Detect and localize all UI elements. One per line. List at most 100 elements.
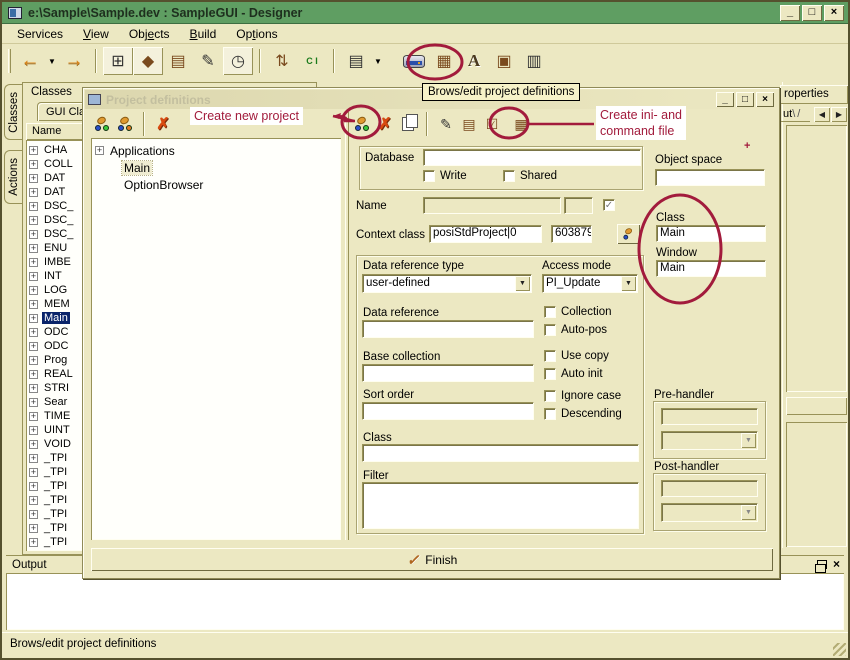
new-application-button[interactable] (91, 113, 113, 135)
float-panel-icon[interactable] (817, 560, 827, 569)
expand-icon[interactable] (29, 482, 38, 491)
menu-item[interactable]: Objects (120, 25, 179, 43)
create-new-project-button[interactable] (351, 113, 373, 135)
project-tree-item[interactable]: Main (95, 159, 341, 176)
edit-project-button[interactable]: ✎ (435, 113, 457, 135)
back-dropdown-button[interactable]: ▼ (45, 47, 59, 75)
name-column-header[interactable]: Name (26, 123, 86, 140)
expand-icon[interactable] (29, 300, 38, 309)
expand-icon[interactable] (29, 398, 38, 407)
back-button[interactable]: ← (15, 47, 45, 75)
expand-icon[interactable] (29, 440, 38, 449)
menu-item[interactable]: View (74, 25, 118, 43)
expand-icon[interactable] (29, 286, 38, 295)
close-button[interactable]: × (824, 5, 844, 21)
data-ref-type-select[interactable]: user-defined ▼ (362, 274, 532, 293)
expand-icon[interactable] (29, 258, 38, 267)
expand-icon[interactable] (29, 524, 38, 533)
expand-icon[interactable] (29, 272, 38, 281)
data-reference-input[interactable] (362, 320, 534, 338)
form-settings-button[interactable]: ▦ (429, 47, 459, 75)
edit-source-button[interactable]: ✎ (193, 47, 223, 75)
scroll-left-button[interactable]: ◀ (814, 107, 830, 122)
expand-icon[interactable] (29, 454, 38, 463)
window-input[interactable]: Main (656, 260, 766, 277)
expand-icon[interactable] (29, 244, 38, 253)
expand-icon[interactable] (29, 496, 38, 505)
context-class-picker-button[interactable] (617, 224, 640, 244)
close-panel-icon[interactable]: × (833, 558, 840, 570)
context-class-id-input[interactable]: 603879 (551, 225, 592, 243)
database-input[interactable] (423, 149, 641, 166)
project-tree-item[interactable]: OptionBrowser (95, 176, 341, 193)
expand-icon[interactable] (29, 356, 38, 365)
eraser-button[interactable]: ◆ (133, 47, 163, 75)
pre-handler-select[interactable]: ▼ (661, 431, 758, 450)
write-checkbox[interactable]: Write (423, 170, 467, 182)
maximize-button[interactable]: □ (802, 5, 822, 21)
expand-icon[interactable] (29, 384, 38, 393)
tab-layout[interactable]: ut (780, 106, 810, 122)
name-index-input[interactable] (564, 197, 593, 214)
expand-icon[interactable] (29, 328, 38, 337)
class-side-input[interactable]: Main (656, 225, 766, 242)
chevron-down-icon[interactable]: ▼ (515, 276, 530, 291)
access-mode-select[interactable]: PI_Update ▼ (542, 274, 638, 293)
ignore-case-checkbox[interactable]: Ignore case (544, 390, 621, 402)
post-handler-select[interactable]: ▼ (661, 503, 758, 522)
shared-checkbox[interactable]: Shared (503, 170, 557, 182)
compile-ini-button[interactable]: C I (297, 47, 327, 75)
expand-icon[interactable] (29, 426, 38, 435)
expand-icon[interactable] (29, 314, 38, 323)
auto-pos-checkbox[interactable]: Auto-pos (544, 324, 607, 336)
expand-icon[interactable] (29, 202, 38, 211)
descending-checkbox[interactable]: Descending (544, 408, 622, 420)
expand-icon[interactable] (29, 538, 38, 547)
library-button[interactable]: ▤ (163, 47, 193, 75)
collection-checkbox[interactable]: Collection (544, 306, 612, 318)
scroll-right-button[interactable]: ▶ (831, 107, 847, 122)
properties-splitter[interactable] (786, 397, 847, 415)
dialog-minimize-button[interactable]: _ (716, 92, 734, 107)
dialog-close-button[interactable]: × (756, 92, 774, 107)
properties-panel-header[interactable]: roperties (780, 85, 848, 104)
expand-icon[interactable] (95, 146, 104, 155)
expand-icon[interactable] (29, 188, 38, 197)
menu-item[interactable]: Services (8, 25, 72, 43)
class-input[interactable] (362, 444, 639, 462)
project-tree-item[interactable]: Applications (95, 142, 341, 159)
name-locked-checkbox[interactable]: ✓ (603, 199, 615, 211)
base-collection-input[interactable] (362, 364, 534, 382)
create-ini-command-file-button[interactable]: ▦ (510, 113, 532, 135)
dialog-maximize-button[interactable]: □ (736, 92, 754, 107)
expand-icon[interactable] (29, 174, 38, 183)
link-application-button[interactable] (114, 113, 136, 135)
dialog-splitter[interactable] (345, 112, 349, 540)
tab-classes[interactable]: Classes (4, 84, 22, 140)
finish-button[interactable]: ✓ Finish (91, 548, 773, 571)
object-space-input[interactable] (655, 169, 765, 186)
chevron-down-icon[interactable]: ▼ (741, 433, 756, 448)
forward-button[interactable]: → (59, 47, 89, 75)
project-library-button[interactable]: ▤ (458, 113, 480, 135)
copy-project-button[interactable] (397, 113, 419, 135)
expand-icon[interactable] (29, 412, 38, 421)
monitor-button[interactable]: ◷ (223, 47, 253, 75)
delete-application-button[interactable]: ✗ (152, 113, 174, 135)
auto-init-checkbox[interactable]: Auto init (544, 368, 603, 380)
expand-icon[interactable] (29, 230, 38, 239)
expand-icon[interactable] (29, 370, 38, 379)
forms-button[interactable]: ▤ (341, 47, 371, 75)
expand-icon[interactable] (29, 342, 38, 351)
font-button[interactable]: A (459, 47, 489, 75)
pre-handler-input[interactable] (661, 408, 758, 425)
resize-grip[interactable] (833, 643, 846, 656)
window-list-button[interactable]: ▥ (519, 47, 549, 75)
chevron-down-icon[interactable]: ▼ (741, 505, 756, 520)
object-tree-button[interactable]: ⊞ (103, 47, 133, 75)
forms-dropdown-button[interactable]: ▼ (371, 47, 385, 75)
sort-order-input[interactable] (362, 402, 534, 420)
menu-item[interactable]: Options (227, 25, 286, 43)
sync-button[interactable]: ⇅ (267, 47, 297, 75)
project-definitions-button[interactable] (399, 47, 429, 75)
